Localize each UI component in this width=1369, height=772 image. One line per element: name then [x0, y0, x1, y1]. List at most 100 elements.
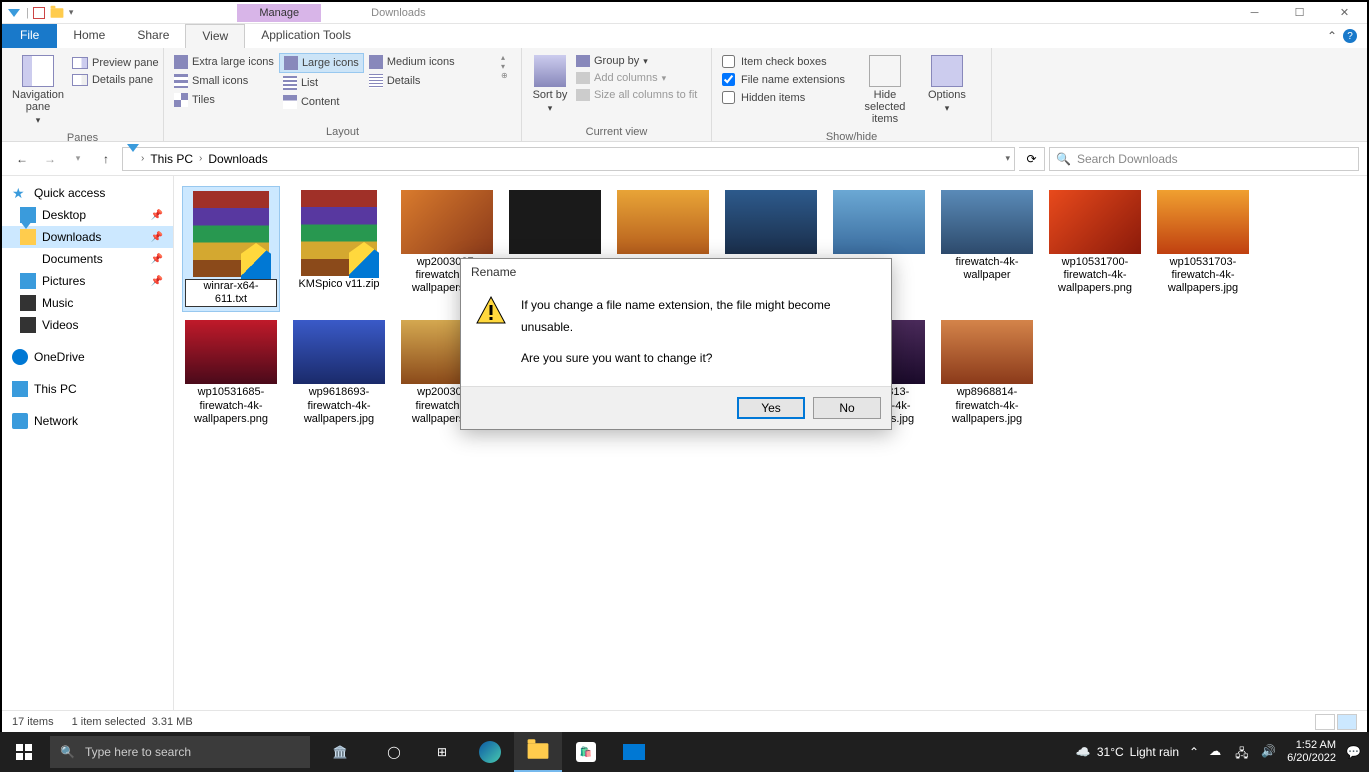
- layout-more-icon[interactable]: ⊕: [501, 71, 515, 80]
- help-icon[interactable]: ?: [1343, 29, 1357, 43]
- forward-button[interactable]: →: [38, 147, 62, 171]
- qat-newfolder-icon[interactable]: [49, 5, 65, 21]
- image-thumbnail: [1157, 190, 1249, 254]
- no-button[interactable]: No: [813, 397, 881, 419]
- network-tray-icon[interactable]: 🖧: [1235, 744, 1251, 760]
- sidebar-network[interactable]: Network: [2, 410, 173, 432]
- tab-share[interactable]: Share: [121, 24, 185, 48]
- pc-icon: [12, 381, 28, 397]
- navpane-button[interactable]: Navigation pane▾: [8, 51, 68, 130]
- sortby-button[interactable]: Sort by▾: [528, 51, 572, 118]
- search-input[interactable]: 🔍 Search Downloads: [1049, 147, 1359, 171]
- up-button[interactable]: ↑: [94, 147, 118, 171]
- layout-large[interactable]: Large icons: [279, 53, 364, 73]
- sidebar-item-music[interactable]: Music: [2, 292, 173, 314]
- dialog-message: If you change a file name extension, the…: [521, 295, 877, 370]
- preview-pane-button[interactable]: Preview pane: [68, 55, 163, 71]
- layout-tiles[interactable]: Tiles: [170, 91, 278, 109]
- view-thumbnails-button[interactable]: [1337, 714, 1357, 730]
- sidebar-quickaccess[interactable]: ★Quick access: [2, 182, 173, 204]
- image-thumbnail: [833, 190, 925, 254]
- tab-view[interactable]: View: [185, 24, 245, 48]
- edge-icon[interactable]: [466, 732, 514, 772]
- close-button[interactable]: ✕: [1322, 2, 1367, 24]
- taskbar-search[interactable]: 🔍 Type here to search: [50, 736, 310, 768]
- hidden-checkbox[interactable]: Hidden items: [718, 89, 849, 106]
- pin-icon: 📌: [151, 232, 163, 243]
- hideselected-button[interactable]: Hide selected items: [849, 51, 921, 129]
- file-item[interactable]: wp10531703-firewatch-4k-wallpapers.jpg: [1154, 186, 1252, 312]
- file-item[interactable]: KMSpico v11.zip: [290, 186, 388, 312]
- address-path[interactable]: › This PC › Downloads ▾: [122, 147, 1015, 171]
- qat-dropdown-icon[interactable]: ▾: [69, 7, 74, 18]
- file-name: wp10531703-firewatch-4k-wallpapers.jpg: [1156, 256, 1250, 296]
- breadcrumb-seg[interactable]: Downloads: [204, 152, 271, 166]
- layout-content[interactable]: Content: [279, 93, 364, 111]
- file-item[interactable]: wp8968814-firewatch-4k-wallpapers.jpg: [938, 316, 1036, 430]
- taskview-icon[interactable]: ⊞: [418, 732, 466, 772]
- explorer-icon[interactable]: [514, 732, 562, 772]
- qat-properties-icon[interactable]: [33, 7, 45, 19]
- file-item[interactable]: wp10531700-firewatch-4k-wallpapers.png: [1046, 186, 1144, 312]
- folder-icon: [20, 295, 36, 311]
- addcols-button[interactable]: Add columns ▾: [572, 70, 701, 86]
- breadcrumb-seg[interactable]: This PC: [146, 152, 197, 166]
- mail-icon[interactable]: [610, 732, 658, 772]
- maximize-button[interactable]: ☐: [1277, 2, 1322, 24]
- cortana-icon[interactable]: ◯: [370, 732, 418, 772]
- image-thumbnail: [941, 190, 1033, 254]
- groupby-button[interactable]: Group by ▾: [572, 53, 701, 69]
- sidebar-thispc[interactable]: This PC: [2, 378, 173, 400]
- onedrive-tray-icon[interactable]: ☁: [1209, 744, 1225, 760]
- taskbar: 🔍 Type here to search 🏛️ ◯ ⊞ 🛍️ ☁️ 31°C …: [0, 732, 1369, 772]
- ribbon-collapse-icon[interactable]: ⌃: [1327, 29, 1337, 43]
- address-bar: ← → ▾ ↑ › This PC › Downloads ▾ ⟳ 🔍 Sear…: [2, 142, 1367, 176]
- file-grid[interactable]: winrar-x64-611.txtKMSpico v11.zipwp20030…: [174, 176, 1367, 710]
- recent-dropdown[interactable]: ▾: [66, 147, 90, 171]
- context-tab[interactable]: Manage: [237, 4, 321, 22]
- onedrive-icon: [12, 349, 28, 365]
- itemcheck-checkbox[interactable]: Item check boxes: [718, 53, 849, 70]
- qat-sep: |: [26, 7, 29, 19]
- news-widget[interactable]: 🏛️: [310, 732, 370, 772]
- layout-xlarge[interactable]: Extra large icons: [170, 53, 278, 71]
- file-name: wp9618693-firewatch-4k-wallpapers.jpg: [292, 386, 386, 426]
- tab-home[interactable]: Home: [57, 24, 121, 48]
- clock[interactable]: 1:52 AM 6/20/2022: [1287, 739, 1336, 765]
- start-button[interactable]: [0, 732, 48, 772]
- layout-small[interactable]: Small icons: [170, 72, 278, 90]
- notifications-icon[interactable]: 💬: [1346, 745, 1361, 759]
- options-button[interactable]: Options▾: [921, 51, 973, 118]
- sidebar-item-pictures[interactable]: Pictures📌: [2, 270, 173, 292]
- sidebar-item-videos[interactable]: Videos: [2, 314, 173, 336]
- layout-details[interactable]: Details: [365, 72, 459, 90]
- volume-tray-icon[interactable]: 🔊: [1261, 744, 1277, 760]
- tray-expand-icon[interactable]: ⌃: [1189, 745, 1199, 759]
- sizecols-button[interactable]: Size all columns to fit: [572, 87, 701, 103]
- tab-apptools[interactable]: Application Tools: [245, 24, 367, 48]
- yes-button[interactable]: Yes: [737, 397, 805, 419]
- view-details-button[interactable]: [1315, 714, 1335, 730]
- folder-icon: [20, 273, 36, 289]
- weather-widget[interactable]: ☁️ 31°C Light rain: [1076, 745, 1179, 759]
- sidebar-item-documents[interactable]: Documents📌: [2, 248, 173, 270]
- file-item[interactable]: wp10531685-firewatch-4k-wallpapers.png: [182, 316, 280, 430]
- file-item[interactable]: wp9618693-firewatch-4k-wallpapers.jpg: [290, 316, 388, 430]
- back-button[interactable]: ←: [10, 147, 34, 171]
- sidebar-item-downloads[interactable]: Downloads📌: [2, 226, 173, 248]
- sidebar-onedrive[interactable]: OneDrive: [2, 346, 173, 368]
- file-menu[interactable]: File: [2, 24, 57, 48]
- refresh-button[interactable]: ⟳: [1019, 147, 1045, 171]
- archive-icon: [193, 191, 269, 277]
- details-pane-button[interactable]: Details pane: [68, 72, 163, 88]
- file-item[interactable]: firewatch-4k-wallpaper: [938, 186, 1036, 312]
- fileext-checkbox[interactable]: File name extensions: [718, 71, 849, 88]
- store-icon[interactable]: 🛍️: [562, 732, 610, 772]
- file-item[interactable]: winrar-x64-611.txt: [182, 186, 280, 312]
- minimize-button[interactable]: ─: [1232, 2, 1277, 24]
- address-dropdown-icon[interactable]: ▾: [1005, 153, 1010, 164]
- layout-list[interactable]: List: [279, 74, 364, 92]
- network-icon: [12, 413, 28, 429]
- layout-group-label: Layout: [170, 124, 515, 138]
- layout-medium[interactable]: Medium icons: [365, 53, 459, 71]
